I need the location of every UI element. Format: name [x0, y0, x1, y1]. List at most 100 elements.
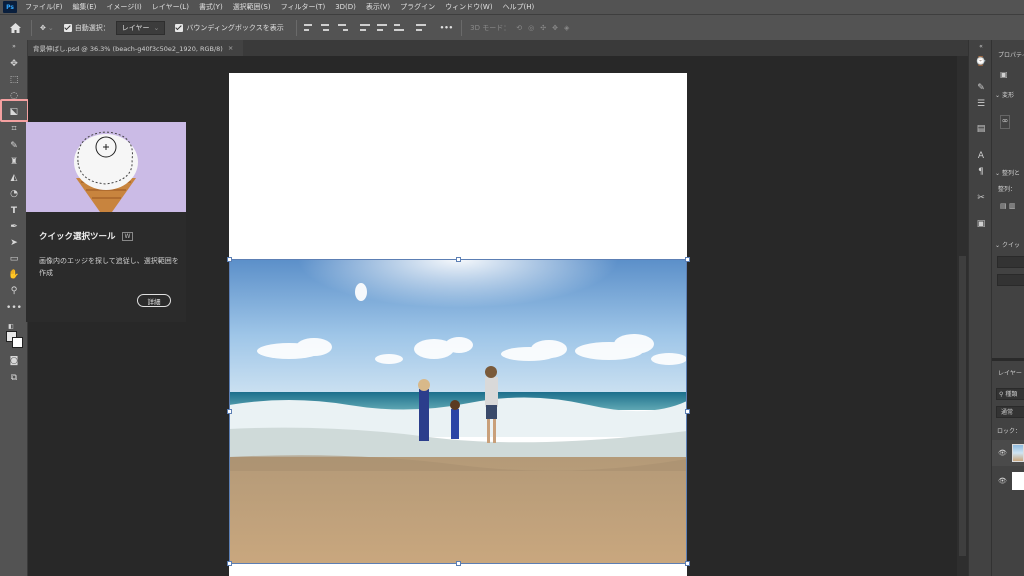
- collapse-icon[interactable]: »: [7, 40, 21, 52]
- close-icon[interactable]: ×: [228, 44, 233, 52]
- brush-settings-icon[interactable]: ✎: [975, 82, 987, 94]
- layer-row-background[interactable]: 👁: [992, 468, 1024, 494]
- highlighted-quick-selection-tool: [0, 99, 29, 122]
- path-selection-tool-icon[interactable]: ➤: [7, 237, 21, 249]
- pen-tool-icon[interactable]: ✒: [7, 221, 21, 233]
- menu-select[interactable]: 選択範囲(S): [228, 2, 276, 12]
- edit-toolbar-icon[interactable]: •••: [6, 302, 22, 314]
- libraries-icon[interactable]: ▤: [975, 123, 987, 135]
- transform-handle-middle-left[interactable]: [227, 409, 232, 414]
- hand-tool-icon[interactable]: ✋: [7, 269, 21, 281]
- transform-handle-bottom-right[interactable]: [685, 561, 690, 566]
- dodge-tool-icon[interactable]: ◔: [7, 188, 21, 200]
- menu-type[interactable]: 書式(Y): [194, 2, 228, 12]
- menu-3d[interactable]: 3D(D): [330, 3, 361, 11]
- menu-layer[interactable]: レイヤー(L): [147, 2, 194, 12]
- link-proportions-icon[interactable]: ∞: [1000, 115, 1010, 129]
- slide-3d-icon[interactable]: ✥: [552, 24, 558, 32]
- type-tool-icon[interactable]: T: [7, 205, 21, 217]
- vertical-scrollbar[interactable]: [957, 56, 968, 576]
- tools-icon[interactable]: ✂: [975, 192, 987, 204]
- auto-select-dropdown[interactable]: レイヤー ⌄: [115, 20, 166, 35]
- transform-handle-bottom-left[interactable]: [227, 561, 232, 566]
- scale-3d-icon[interactable]: ◈: [564, 24, 569, 32]
- scrollbar-thumb[interactable]: [959, 256, 966, 556]
- transform-handle-middle-right[interactable]: [685, 409, 690, 414]
- move-tool-preset-icon[interactable]: ✥ ⌄: [40, 24, 54, 32]
- quick-action-button-2[interactable]: [997, 274, 1024, 286]
- marquee-tool-icon[interactable]: ⬚: [7, 74, 21, 86]
- show-bbox-checkbox[interactable]: バウンディングボックスを表示: [175, 23, 284, 33]
- lock-label: ロック：: [997, 428, 1022, 435]
- orbit-3d-icon[interactable]: ⟲: [516, 24, 522, 32]
- character-icon[interactable]: A: [975, 150, 987, 162]
- blend-mode-dropdown[interactable]: 通常: [996, 406, 1024, 418]
- stamp-tool-icon[interactable]: ♜: [7, 156, 21, 168]
- quick-actions-section[interactable]: ⌄ クイッ: [995, 240, 1024, 249]
- more-options-button[interactable]: •••: [440, 24, 453, 32]
- transform-handle-top-left[interactable]: [227, 257, 232, 262]
- eraser-tool-icon[interactable]: ◭: [7, 172, 21, 184]
- menu-help[interactable]: ヘルプ(H): [498, 2, 540, 12]
- align-right-icon[interactable]: [337, 23, 348, 33]
- checkbox-icon: [63, 23, 72, 32]
- move-tool-icon[interactable]: ✥: [7, 58, 21, 70]
- chevron-down-icon: ⌄: [153, 23, 160, 32]
- zoom-tool-icon[interactable]: ⚲: [7, 285, 21, 297]
- menu-file[interactable]: ファイル(F): [20, 2, 68, 12]
- options-bar: ✥ ⌄ 自動選択： レイヤー ⌄ バウンディングボックスを表示 ••• 3D モ…: [0, 14, 1024, 40]
- rectangle-tool-icon[interactable]: ▭: [7, 253, 21, 265]
- menu-filter[interactable]: フィルター(T): [276, 2, 331, 12]
- learn-more-button[interactable]: 詳細: [137, 294, 171, 307]
- divider: [461, 19, 463, 36]
- menu-edit[interactable]: 編集(E): [68, 2, 102, 12]
- transform-bounding-box[interactable]: [229, 259, 687, 564]
- align-sub-label: 整列：: [998, 186, 1017, 193]
- home-icon[interactable]: [10, 22, 21, 33]
- align-icons[interactable]: ▤ ▥: [1000, 202, 1024, 210]
- quick-mask-icon[interactable]: ◙: [7, 355, 21, 367]
- quick-action-button-1[interactable]: [997, 256, 1024, 268]
- visibility-eye-icon[interactable]: 👁: [998, 449, 1007, 457]
- document-tab[interactable]: 背景伸ばし.psd @ 36.3% (beach-g40f3c50e2_1920…: [28, 40, 243, 56]
- blend-mode-value: 通常: [1001, 409, 1014, 416]
- layer-filter-field[interactable]: ⚲ 種類: [996, 388, 1024, 400]
- background-color-swatch[interactable]: [12, 337, 23, 348]
- tooltip-title-text: クイック選択ツール: [39, 232, 116, 242]
- menu-plugins[interactable]: プラグイン: [395, 2, 440, 12]
- checkbox-icon: [175, 23, 184, 32]
- visibility-eye-icon[interactable]: 👁: [998, 477, 1007, 485]
- document-tab-bar: 背景伸ばし.psd @ 36.3% (beach-g40f3c50e2_1920…: [28, 40, 968, 56]
- screen-mode-icon[interactable]: ⧉: [7, 372, 21, 384]
- divider: [295, 19, 297, 36]
- chevron-down-icon: ⌄: [995, 242, 1001, 249]
- brush-tool-icon[interactable]: ✎: [7, 140, 21, 152]
- align-bottom-icon[interactable]: [393, 23, 404, 33]
- paragraph-icon[interactable]: ¶: [975, 166, 987, 178]
- align-middle-v-icon[interactable]: [376, 23, 387, 33]
- properties-and-layers-panel: プロパティ ▣ ⌄ 変形 ∞ ⌄ 整列と 整列： ▤ ▥ ⌄ クイッ レイヤー …: [992, 40, 1024, 576]
- align-section[interactable]: ⌄ 整列と: [995, 168, 1024, 177]
- auto-select-checkbox[interactable]: 自動選択：: [63, 23, 110, 33]
- align-top-icon[interactable]: [359, 23, 370, 33]
- crop-tool-icon[interactable]: ⌗: [7, 123, 21, 135]
- transform-handle-top-center[interactable]: [456, 257, 461, 262]
- menu-view[interactable]: 表示(V): [361, 2, 395, 12]
- align-center-h-icon[interactable]: [320, 23, 331, 33]
- drag-3d-icon[interactable]: ✣: [540, 24, 546, 32]
- layer-row-beach[interactable]: 👁: [992, 440, 1024, 466]
- roll-3d-icon[interactable]: ◎: [528, 24, 534, 32]
- transform-handle-bottom-center[interactable]: [456, 561, 461, 566]
- align-left-icon[interactable]: [303, 23, 314, 33]
- swatches-icon[interactable]: ▣: [975, 218, 987, 230]
- menu-window[interactable]: ウィンドウ(W): [440, 2, 497, 12]
- transform-section[interactable]: ⌄ 変形: [995, 90, 1024, 99]
- tooltip-title: クイック選択ツール W: [39, 230, 134, 242]
- transform-handle-top-right[interactable]: [685, 257, 690, 262]
- history-icon[interactable]: ⌚: [975, 56, 987, 68]
- collapse-icon[interactable]: «: [975, 40, 987, 52]
- distribute-icon[interactable]: [415, 23, 426, 33]
- adjustments-icon[interactable]: ☰: [975, 98, 987, 110]
- menu-image[interactable]: イメージ(I): [101, 2, 146, 12]
- properties-title: プロパティ: [998, 52, 1024, 59]
